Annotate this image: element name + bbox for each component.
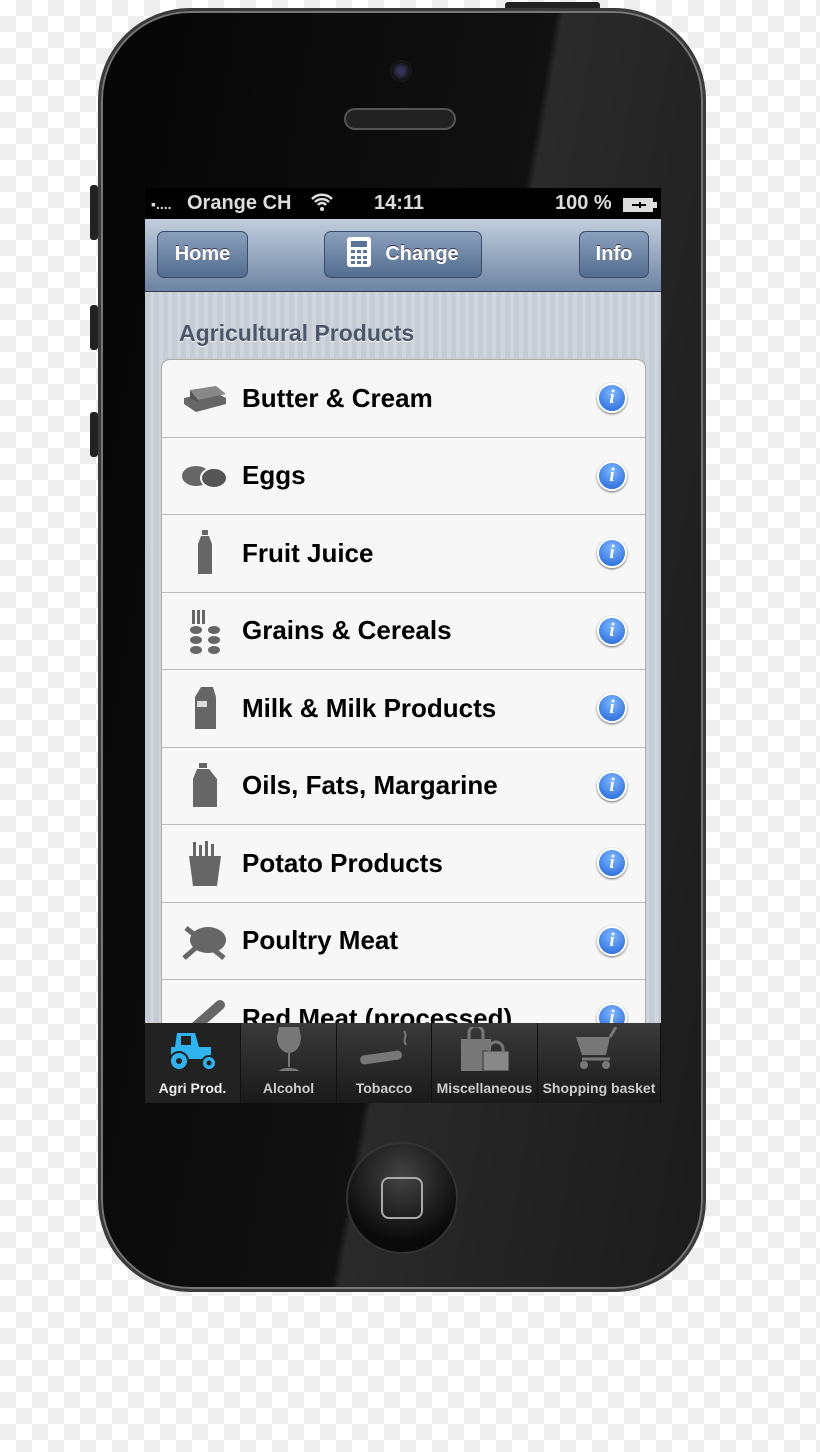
list-item[interactable]: Poultry Meat i — [162, 903, 645, 980]
volume-up-button — [90, 305, 98, 350]
calculator-icon — [347, 236, 372, 273]
tab-label: Tobacco — [355, 1080, 413, 1096]
item-label: Fruit Juice — [242, 537, 374, 568]
navigation-bar: Home Change Info — [145, 219, 661, 292]
carrier: Orange CH — [187, 192, 292, 214]
cigar-icon — [356, 1027, 412, 1080]
info-detail-icon[interactable]: i — [597, 693, 627, 724]
wifi-icon — [310, 192, 334, 218]
item-label: Potato Products — [242, 847, 443, 878]
volume-down-button — [90, 412, 98, 457]
grain-icon — [180, 609, 230, 654]
tab-agri-prod[interactable]: Agri Prod. — [145, 1023, 241, 1103]
tab-label: Agri Prod. — [158, 1080, 227, 1096]
status-bar: ▪.... Orange CH 14:11 100 % — [145, 188, 661, 219]
home-label: Home — [174, 243, 231, 265]
butter-icon — [180, 378, 230, 418]
wine-glass-icon — [273, 1027, 305, 1080]
oil-jug-icon — [180, 762, 230, 807]
speaker — [344, 108, 456, 130]
tab-alcohol[interactable]: Alcohol — [241, 1023, 337, 1103]
list-item[interactable]: Butter & Cream i — [162, 360, 645, 438]
eggs-icon — [180, 456, 230, 496]
info-nav-button[interactable]: Info — [579, 231, 649, 278]
chicken-icon — [180, 921, 230, 961]
item-label: Poultry Meat — [242, 925, 399, 956]
signal-icon: ▪.... — [151, 196, 172, 212]
bottle-icon — [180, 530, 230, 575]
tab-label: Miscellaneous — [436, 1080, 533, 1096]
tab-label: Shopping basket — [542, 1080, 656, 1096]
info-detail-icon[interactable]: i — [597, 848, 627, 879]
list-item[interactable]: Eggs i — [162, 438, 645, 515]
battery-icon — [622, 196, 658, 219]
tab-label: Alcohol — [262, 1080, 315, 1096]
info-detail-icon[interactable]: i — [597, 615, 627, 646]
list-item[interactable]: Fruit Juice i — [162, 515, 645, 593]
product-list: Butter & Cream i Eggs i Fruit Juice i Gr… — [161, 359, 646, 1059]
screen: ▪.... Orange CH 14:11 100 % Home Change … — [145, 188, 661, 1103]
info-detail-icon[interactable]: i — [597, 770, 627, 801]
tab-tobacco[interactable]: Tobacco — [337, 1023, 432, 1103]
home-nav-button[interactable]: Home — [157, 231, 248, 278]
list-item[interactable]: Oils, Fats, Margarine i — [162, 748, 645, 825]
cart-icon — [574, 1026, 624, 1080]
change-label: Change — [385, 243, 459, 265]
list-item[interactable]: Grains & Cereals i — [162, 593, 645, 670]
item-label: Eggs — [242, 460, 306, 491]
tab-miscellaneous[interactable]: Miscellaneous — [432, 1023, 538, 1103]
info-detail-icon[interactable]: i — [597, 460, 627, 491]
tractor-icon — [165, 1031, 221, 1080]
camera — [390, 60, 412, 82]
info-detail-icon[interactable]: i — [597, 383, 627, 414]
change-button[interactable]: Change — [324, 231, 482, 278]
shopping-bags-icon — [459, 1024, 511, 1080]
milk-carton-icon — [180, 687, 230, 730]
list-item[interactable]: Milk & Milk Products i — [162, 670, 645, 748]
info-detail-icon[interactable]: i — [597, 538, 627, 569]
info-detail-icon[interactable]: i — [597, 925, 627, 956]
clock: 14:11 — [374, 192, 425, 214]
item-label: Grains & Cereals — [242, 615, 452, 646]
item-label: Butter & Cream — [242, 382, 433, 413]
tab-shopping-basket[interactable]: Shopping basket — [538, 1023, 661, 1103]
item-label: Milk & Milk Products — [242, 692, 497, 723]
mute-switch — [90, 185, 98, 240]
info-label: Info — [595, 243, 633, 265]
list-item[interactable]: Potato Products i — [162, 825, 645, 903]
content-area[interactable]: Agricultural Products Butter & Cream i E… — [145, 292, 661, 1059]
section-title: Agricultural Products — [179, 320, 415, 346]
fries-icon — [180, 841, 230, 887]
home-square-icon — [381, 1177, 423, 1219]
battery-percent: 100 % — [555, 192, 612, 214]
item-label: Oils, Fats, Margarine — [242, 770, 498, 801]
tab-bar: Agri Prod. Alcohol Tobacco Miscellaneous… — [145, 1023, 661, 1103]
